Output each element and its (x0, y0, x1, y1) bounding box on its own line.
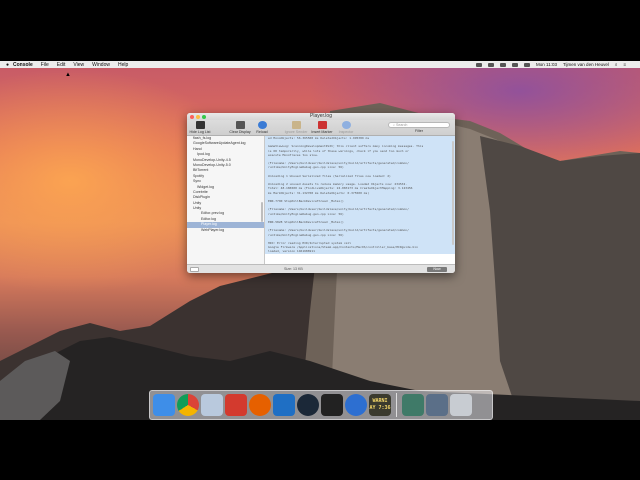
volume-icon[interactable] (512, 62, 519, 67)
apple-menu-icon[interactable]: ● (6, 62, 13, 68)
chrome-icon[interactable] (177, 394, 199, 416)
trash-icon[interactable] (450, 394, 472, 416)
menu-help[interactable]: Help (118, 62, 128, 68)
wifi-icon[interactable] (500, 62, 507, 67)
steam-icon[interactable] (297, 394, 319, 416)
window-title: Player.log (310, 113, 332, 119)
console-glyph: WARNI AY 7:36 (369, 398, 391, 411)
ignore-sender-button[interactable]: Ignore Sender (283, 121, 309, 134)
notification-center-icon[interactable]: ≡ (623, 62, 626, 67)
menu-bar-extras: Mon 11:03 Tijmen van den Heuvel ⌕ ≡ (476, 61, 626, 68)
inspector-button[interactable]: Inspector (333, 121, 359, 134)
info-icon (341, 121, 351, 129)
log-list-sidebar: flash_fs.log GoogleSoftwareUpdateAgent.l… (187, 136, 265, 264)
toolbar: Hide Log List Clear Display Reload Ignor… (187, 120, 455, 136)
log-line: loaded, version 1461686911 (265, 249, 455, 254)
finder-icon[interactable] (153, 394, 175, 416)
close-window-button[interactable] (190, 114, 194, 119)
window-titlebar[interactable]: Player.log (187, 113, 455, 120)
log-lines: ed MonoObjects: 56.365500 ms DeletedObje… (265, 136, 455, 254)
terminal-icon[interactable] (321, 394, 343, 416)
reload-label: Reload (256, 130, 268, 134)
battery-icon[interactable] (524, 62, 531, 67)
now-button[interactable]: Now (427, 266, 447, 272)
sidebar-toggle-button[interactable] (190, 267, 199, 272)
parallels-icon[interactable] (225, 394, 247, 416)
console-icon[interactable]: WARNI AY 7:36 (369, 394, 391, 416)
insert-marker-icon (317, 121, 327, 129)
hide-log-list-label: Hide Log List (189, 130, 211, 134)
log-content[interactable]: ed MonoObjects: 56.365500 ms DeletedObje… (265, 136, 455, 264)
letterbox-top (0, 0, 640, 61)
mouse-pointer-icon: ▲ (65, 72, 71, 78)
quicktime-icon[interactable] (345, 394, 367, 416)
menu-app-name[interactable]: Console (13, 62, 33, 68)
reload-icon (257, 121, 267, 129)
letterbox-bottom (0, 420, 640, 480)
clear-display-icon (235, 121, 245, 129)
window-controls (190, 114, 206, 119)
sidebar-item[interactable]: WebPlayer.log (187, 228, 264, 233)
ignore-sender-label: Ignore Sender (284, 130, 308, 134)
log-list-icon (195, 121, 205, 129)
menu-file[interactable]: File (41, 62, 49, 68)
sidebar-scrollbar[interactable] (261, 202, 263, 222)
status-bar: Size: 13 KB Now (187, 264, 455, 273)
dropbox-status-icon[interactable] (476, 62, 483, 67)
spotlight-icon[interactable]: ⌕ (615, 62, 618, 67)
menu-clock[interactable]: Mon 11:03 (536, 62, 557, 67)
desktop: ● Console File Edit View Window Help Mon… (0, 61, 640, 420)
console-window: Player.log Hide Log List Clear Display R… (187, 113, 455, 273)
insert-marker-label: Insert Marker (311, 130, 333, 134)
menu-user-name[interactable]: Tijmen van den Heuvel (563, 62, 609, 67)
hide-log-list-button[interactable]: Hide Log List (187, 121, 213, 134)
insert-marker-button[interactable]: Insert Marker (309, 121, 335, 134)
menu-view[interactable]: View (73, 62, 84, 68)
menu-edit[interactable]: Edit (57, 62, 66, 68)
minimize-window-button[interactable] (196, 114, 200, 119)
filter-label: Filter (415, 129, 423, 133)
dock-separator (396, 393, 397, 417)
window-thumbnail-icon[interactable] (426, 394, 448, 416)
search-placeholder: Search (396, 123, 408, 127)
zoom-window-button[interactable] (202, 114, 206, 119)
log-size-label: Size: 13 KB (284, 267, 303, 271)
inspector-label: Inspector (338, 130, 354, 134)
network-utility-icon[interactable] (201, 394, 223, 416)
menu-bar: ● Console File Edit View Window Help Mon… (0, 61, 640, 68)
reload-button[interactable]: Reload (249, 121, 275, 134)
search-input[interactable]: ⌕ Search (388, 122, 450, 128)
firefox-icon[interactable] (249, 394, 271, 416)
clear-display-label: Clear Display (229, 130, 251, 134)
dock: WARNI AY 7:36 (149, 390, 493, 420)
filter-search: ⌕ Search Filter (388, 122, 450, 133)
desktop-thumbnail-icon[interactable] (402, 394, 424, 416)
ignore-sender-icon (291, 121, 301, 129)
visual-studio-code-icon[interactable] (273, 394, 295, 416)
time-machine-icon[interactable] (488, 62, 495, 67)
log-scrollbar[interactable] (452, 141, 454, 245)
menu-window[interactable]: Window (92, 62, 110, 68)
